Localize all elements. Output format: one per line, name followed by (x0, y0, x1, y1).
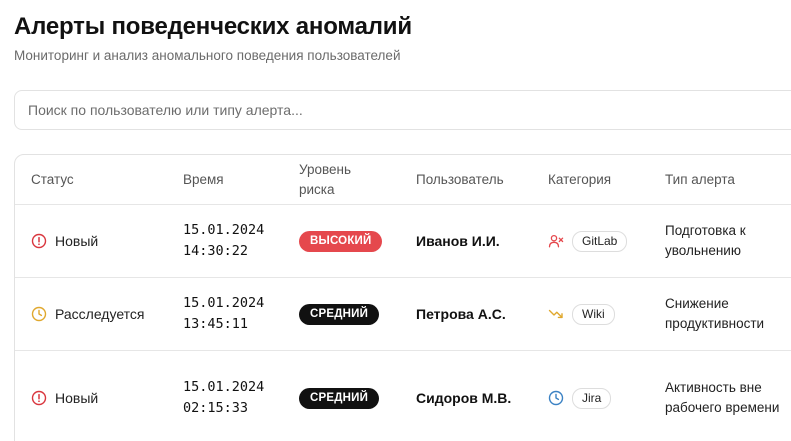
alert-type: Снижение продуктивности (665, 295, 765, 332)
alerts-table: Статус Время Уровень риска Пользователь … (14, 154, 791, 441)
column-header-status[interactable]: Статус (31, 170, 74, 190)
clock-icon (31, 306, 47, 322)
search-input[interactable] (15, 91, 791, 129)
status-cell: Расследуется (31, 278, 144, 350)
alert-time: 13:45:11 (183, 316, 249, 332)
risk-badge: ВЫСОКИЙ (299, 230, 383, 252)
risk-badge: СРЕДНИЙ (299, 387, 380, 409)
page-title: Алерты поведенческих аномалий (14, 13, 412, 40)
risk-cell: ВЫСОКИЙ (299, 205, 383, 277)
trending-down-icon (548, 309, 563, 319)
column-header-alert-type[interactable]: Тип алерта (665, 170, 735, 190)
risk-cell: СРЕДНИЙ (299, 278, 380, 350)
alert-date: 15.01.2024 (183, 379, 265, 395)
status-cell: Новый (31, 205, 98, 277)
column-header-time[interactable]: Время (183, 170, 224, 190)
clock-icon (548, 390, 564, 406)
search-box[interactable] (14, 90, 791, 130)
alert-date: 15.01.2024 (183, 222, 265, 238)
category-tag: Jira (572, 387, 612, 409)
category-tag: Wiki (572, 303, 615, 325)
alert-type: Активность вне рабочего времени (665, 379, 780, 416)
risk-badge: СРЕДНИЙ (299, 303, 380, 325)
column-header-user[interactable]: Пользователь (416, 170, 504, 190)
alert-type: Подготовка к увольнению (665, 222, 746, 259)
time-cell: 15.01.2024 13:45:11 (183, 278, 264, 350)
table-row[interactable]: Новый 15.01.2024 02:15:33 СРЕДНИЙ Сидоро… (15, 351, 791, 441)
table-row[interactable]: Новый 15.01.2024 14:30:22 ВЫСОКИЙ Иванов… (15, 205, 791, 278)
user-x-icon (548, 234, 564, 248)
user-name[interactable]: Иванов И.И. (416, 205, 500, 277)
table-header: Статус Время Уровень риска Пользователь … (15, 155, 791, 205)
category-cell: GitLab (548, 205, 628, 277)
alert-time: 14:30:22 (183, 243, 249, 259)
alert-circle-icon (31, 390, 47, 406)
alert-circle-icon (31, 233, 47, 249)
alert-date: 15.01.2024 (183, 295, 265, 311)
user-name[interactable]: Петрова А.С. (416, 278, 506, 350)
page-subtitle: Мониторинг и анализ аномального поведени… (14, 48, 401, 63)
column-header-category[interactable]: Категория (548, 170, 611, 190)
time-cell: 15.01.2024 14:30:22 (183, 205, 264, 277)
status-text: Новый (55, 233, 99, 249)
category-cell: Wiki (548, 278, 615, 350)
category-tag: GitLab (572, 230, 628, 252)
status-text: Расследуется (55, 306, 145, 322)
column-header-risk[interactable]: Уровень риска (299, 160, 379, 200)
time-cell: 15.01.2024 02:15:33 (183, 351, 264, 441)
alert-time: 02:15:33 (183, 400, 249, 416)
table-row[interactable]: Расследуется 15.01.2024 13:45:11 СРЕДНИЙ… (15, 278, 791, 351)
status-text: Новый (55, 390, 99, 406)
risk-cell: СРЕДНИЙ (299, 351, 380, 441)
category-cell: Jira (548, 351, 612, 441)
status-cell: Новый (31, 351, 98, 441)
user-name[interactable]: Сидоров М.В. (416, 351, 511, 441)
